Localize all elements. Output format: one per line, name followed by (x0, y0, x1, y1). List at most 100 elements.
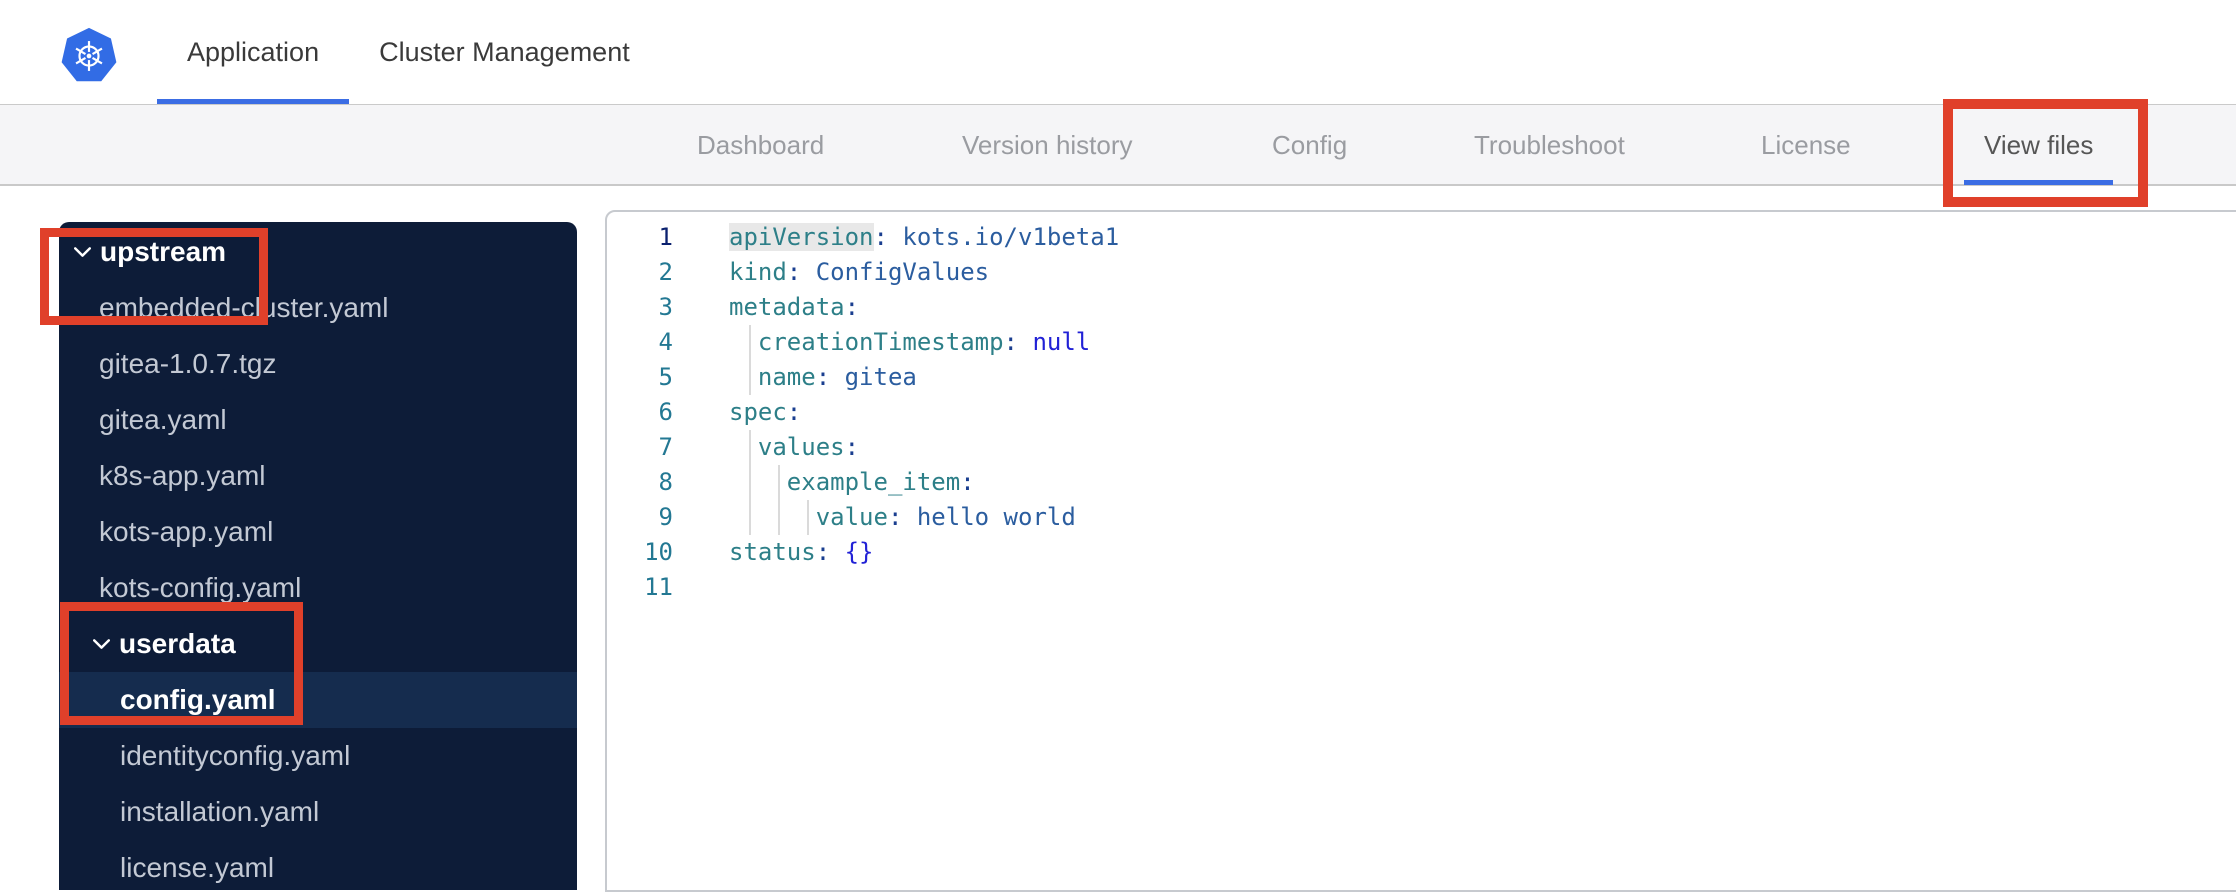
line-number: 10 (644, 538, 673, 566)
code-line: 1 apiVersion: kots.io/v1beta1 (607, 220, 2236, 255)
header-tab-label: Cluster Management (379, 36, 630, 67)
app-header: Application Cluster Management (0, 0, 2236, 104)
tree-item-label: upstream (100, 236, 227, 267)
app-subnav: Dashboard Version history Config Troublesho… (0, 104, 2236, 186)
code-line: 2 kind: ConfigValues (607, 255, 2236, 290)
line-number: 8 (658, 468, 673, 496)
code-line: 6 spec: (607, 395, 2236, 430)
code-token: : (960, 468, 975, 496)
tree-item-label: embedded-cluster.yaml (99, 292, 389, 323)
indent-spaces (729, 503, 816, 531)
code-token: kots.io/v1beta1 (887, 223, 1120, 251)
subnav-tab-label: View files (1984, 129, 2094, 160)
line-number: 2 (658, 258, 673, 286)
indent-guide (749, 360, 751, 395)
tab-config[interactable]: Config (1252, 105, 1367, 185)
header-tab-application[interactable]: Application (157, 0, 350, 104)
line-number: 5 (658, 363, 673, 391)
code-text: metadata: (729, 290, 859, 325)
code-token: : (786, 258, 802, 286)
indent-spaces (729, 433, 758, 461)
chevron-down-icon (74, 247, 91, 257)
tree-item-label: k8s-app.yaml (99, 460, 266, 491)
tree-item-label: kots-app.yaml (99, 516, 274, 547)
tab-troubleshoot[interactable]: Troubleshoot (1454, 105, 1645, 185)
code-token: status (729, 538, 816, 566)
active-tab-underline (1964, 180, 2114, 185)
line-number: 1 (658, 223, 673, 251)
code-token: hello world (902, 503, 1076, 531)
indent-guide (749, 465, 751, 500)
tree-file-identityconfig-yaml[interactable]: identityconfig.yaml (59, 728, 577, 784)
code-token: apiVersion (729, 223, 874, 251)
code-line: 8 example_item: (607, 465, 2236, 500)
indent-guide (778, 500, 780, 535)
code-token: : (887, 503, 903, 531)
subnav-tab-label: License (1761, 129, 1851, 160)
tree-file-kots-app-yaml[interactable]: kots-app.yaml (59, 504, 577, 560)
line-number: 9 (658, 503, 673, 531)
tree-item-label: kots-config.yaml (99, 572, 302, 603)
chevron-down-icon (93, 639, 110, 649)
code-text: status: {} (729, 535, 874, 570)
kots-admin-console: Application Cluster Management Dashboard V… (0, 0, 2236, 892)
code-token: name (757, 363, 816, 391)
indent-guide (749, 500, 751, 535)
tree-file-installation-yaml[interactable]: installation.yaml (59, 784, 577, 840)
tab-version-history[interactable]: Version history (942, 105, 1153, 185)
code-text: value: hello world (729, 500, 1076, 535)
code-token: : (844, 293, 860, 321)
tree-file-kots-config-yaml[interactable]: kots-config.yaml (59, 560, 577, 616)
tree-item-label: gitea.yaml (99, 404, 227, 435)
tree-item-label: config.yaml (120, 684, 276, 715)
code-token: : (815, 363, 831, 391)
tree-file-gitea-1-0-7-tgz[interactable]: gitea-1.0.7.tgz (59, 336, 577, 392)
code-line: 7 values: (607, 430, 2236, 465)
indent-guide (749, 325, 751, 360)
header-tab-label: Application (187, 36, 320, 67)
code-token: {} (830, 538, 874, 566)
code-text: creationTimestamp: null (729, 325, 1090, 360)
tree-folder-userdata[interactable]: userdata (59, 616, 577, 672)
indent-spaces (729, 363, 758, 391)
code-line: 10 status: {} (607, 535, 2236, 570)
code-token: gitea (830, 363, 917, 391)
kubernetes-logo-icon (61, 27, 117, 82)
tree-file-gitea-yaml[interactable]: gitea.yaml (59, 392, 577, 448)
indent-spaces (729, 328, 758, 356)
header-tab-cluster-management[interactable]: Cluster Management (349, 0, 660, 104)
code-token: kind (729, 258, 787, 286)
subnav-tab-label: Config (1272, 129, 1348, 160)
code-token: example_item (786, 468, 961, 496)
tree-file-license-yaml[interactable]: license.yaml (59, 840, 577, 896)
tree-file-k8s-app-yaml[interactable]: k8s-app.yaml (59, 448, 577, 504)
code-text: spec: (729, 395, 801, 430)
code-token: ConfigValues (801, 258, 990, 286)
tree-item-label: license.yaml (120, 852, 275, 883)
tree-file-embedded-cluster-yaml[interactable]: embedded-cluster.yaml (59, 280, 577, 336)
tab-dashboard[interactable]: Dashboard (677, 105, 844, 185)
tree-item-label: installation.yaml (120, 796, 320, 827)
code-text: values: (729, 430, 859, 465)
indent-guide (778, 465, 780, 500)
subnav-tab-label: Dashboard (697, 129, 825, 160)
code-line: 3 metadata: (607, 290, 2236, 325)
code-token: creationTimestamp (757, 328, 1004, 356)
code-token: value (815, 503, 888, 531)
tree-file-config-yaml[interactable]: config.yaml (59, 672, 577, 728)
tab-view-files[interactable]: View files (1964, 105, 2114, 185)
code-token: : (786, 398, 802, 426)
line-number: 6 (658, 398, 673, 426)
header-tabs: Application Cluster Management (157, 0, 660, 104)
tab-license[interactable]: License (1741, 105, 1871, 185)
subnav-tab-label: Version history (962, 129, 1133, 160)
code-token: values (757, 433, 845, 461)
code-editor[interactable]: 1 apiVersion: kots.io/v1beta1 2 kind: Confi… (605, 210, 2236, 892)
file-tree[interactable]: upstream embedded-cluster.yaml gitea-1.0.7… (59, 222, 577, 890)
code-line: 5 name: gitea (607, 360, 2236, 395)
code-text: kind: ConfigValues (729, 255, 989, 290)
code-token: : (815, 538, 831, 566)
code-token: metadata (729, 293, 845, 321)
tree-item-label: userdata (119, 628, 236, 659)
tree-folder-upstream[interactable]: upstream (59, 224, 577, 280)
